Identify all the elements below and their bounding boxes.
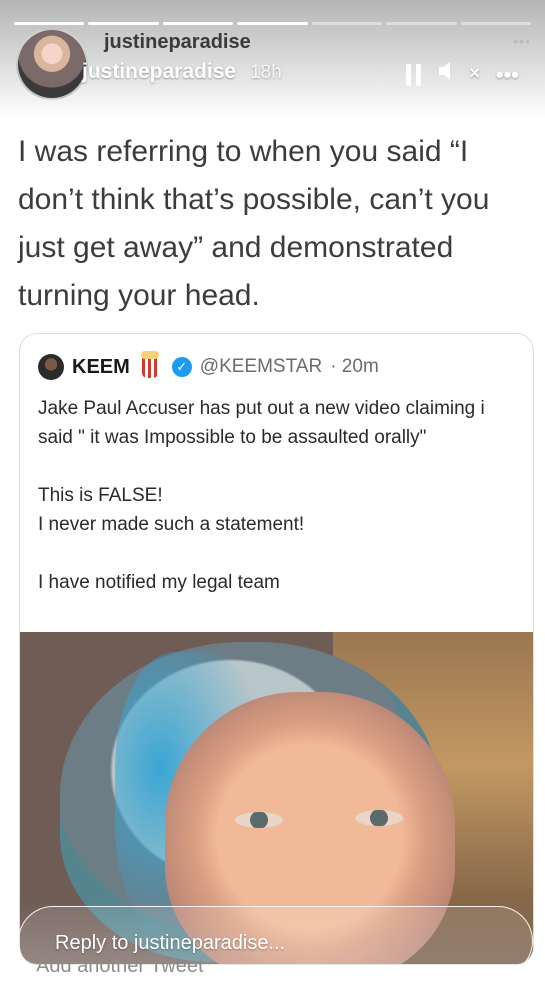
more-icon[interactable]: ••• xyxy=(496,60,519,90)
pause-icon[interactable] xyxy=(406,62,422,88)
verified-icon: ✓ xyxy=(171,357,192,377)
tweet-paragraph: I have notified my legal team xyxy=(38,572,280,593)
progress-segment xyxy=(311,22,383,25)
embedded-tweet[interactable]: KEEM ✓ @KEEMSTAR · 20m Jake Paul Accuser… xyxy=(19,333,534,965)
tweet-time: · 20m xyxy=(330,356,379,377)
progress-segment xyxy=(162,22,234,25)
story-progress-bar xyxy=(14,22,531,25)
tweet-header: KEEM ✓ @KEEMSTAR · 20m xyxy=(38,351,379,380)
tweet-text: Jake Paul Accuser has put out a new vide… xyxy=(38,394,508,597)
story-caption: I was referring to when you said “I don’… xyxy=(18,135,490,312)
menu-dots-small-icon: ••• xyxy=(513,33,531,49)
story-controls: × ••• xyxy=(406,58,519,92)
username[interactable]: justineparadise xyxy=(82,60,236,84)
tweet-handle: @KEEMSTAR xyxy=(199,356,323,377)
video-subject-eye xyxy=(235,812,283,828)
mute-icon[interactable]: × xyxy=(437,58,480,92)
video-subject-eye xyxy=(355,810,403,826)
story-user-row: justineparadise 18h xyxy=(82,60,282,84)
username-overlay: justineparadise xyxy=(104,31,251,53)
progress-segment xyxy=(88,22,159,25)
progress-segment xyxy=(14,22,85,25)
progress-segment xyxy=(386,22,457,25)
progress-segment xyxy=(237,22,308,25)
progress-segment xyxy=(460,22,531,25)
time-ago: 18h xyxy=(250,62,282,83)
tweet-avatar xyxy=(38,354,64,380)
tweet-paragraph: This is FALSE! I never made such a state… xyxy=(38,485,305,535)
reply-placeholder[interactable]: Reply to justineparadise... xyxy=(55,932,285,955)
tweet-paragraph: Jake Paul Accuser has put out a new vide… xyxy=(38,398,485,448)
tweet-author-name: KEEM xyxy=(72,355,130,378)
avatar[interactable] xyxy=(16,28,88,100)
mute-x-glyph: × xyxy=(469,63,480,83)
popcorn-icon xyxy=(140,351,159,378)
